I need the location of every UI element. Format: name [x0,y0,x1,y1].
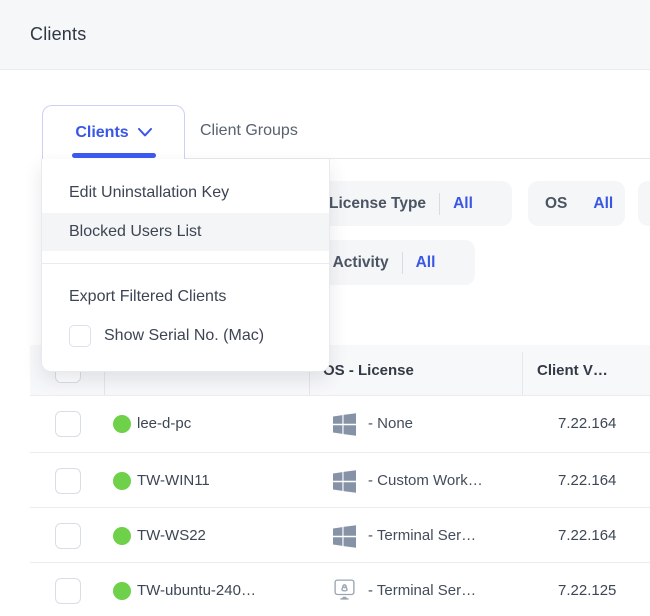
filter-pill-os[interactable]: OS All [528,181,625,226]
filter-label-license-type: License Type [329,195,426,213]
online-status-dot [113,415,131,433]
menu-item-show-serial[interactable]: Show Serial No. (Mac) [69,325,264,347]
client-version: 7.22.164 [558,415,616,432]
filter-value-license-type[interactable]: All [453,195,473,213]
filter-pill-license-type[interactable]: License Type All [312,181,512,226]
chevron-down-icon [138,128,152,137]
table-row[interactable]: lee-d-pc - None 7.22.164 [30,396,650,451]
filter-pill-cutoff[interactable] [638,181,650,226]
tab-clients-label: Clients [75,124,128,142]
page-header: Clients [0,0,650,70]
page-title: Clients [30,24,86,45]
license-text: - Custom Work… [368,472,483,489]
clients-page: Clients Clients Client Groups License Ty… [0,0,650,616]
column-client-version: Client V… [537,345,608,395]
clients-dropdown-menu: Edit Uninstallation Key Blocked Users Li… [41,159,330,372]
filter-value-last-activity[interactable]: All [416,254,436,272]
menu-item-blocked-users-list[interactable]: Blocked Users List [42,213,329,251]
show-serial-label: Show Serial No. (Mac) [104,327,264,345]
client-version: 7.22.164 [558,527,616,544]
show-serial-checkbox[interactable] [69,325,91,347]
menu-item-edit-uninstallation-key[interactable]: Edit Uninstallation Key [42,173,329,213]
online-status-dot [113,527,131,545]
filter-value-os[interactable]: All [593,195,613,213]
menu-item-export-filtered-clients[interactable]: Export Filtered Clients [42,279,329,315]
online-status-dot [113,472,131,490]
windows-icon [333,413,356,436]
table-row[interactable]: TW-WS22 - Terminal Ser… 7.22.164 [30,508,650,563]
windows-icon [333,470,356,493]
windows-icon [333,525,356,548]
table-row[interactable]: TW-WIN11 - Custom Work… 7.22.164 [30,453,650,508]
pill-divider [402,252,403,274]
license-text: - Terminal Ser… [368,527,476,544]
client-name: TW-WS22 [137,527,206,544]
license-text: - None [368,415,413,432]
table-row[interactable]: TW-ubuntu-240… - Terminal Ser… 7.22.125 [30,563,650,616]
license-text: - Terminal Ser… [368,582,476,599]
row-checkbox[interactable] [55,411,81,437]
tab-client-groups[interactable]: Client Groups [200,105,298,157]
tab-client-groups-label: Client Groups [200,122,298,140]
row-checkbox[interactable] [55,468,81,494]
online-status-dot [113,582,131,600]
client-name: lee-d-pc [137,415,191,432]
column-os-license: OS - License [323,345,414,395]
pill-divider [439,193,440,215]
row-checkbox[interactable] [55,523,81,549]
row-checkbox[interactable] [55,578,81,604]
client-version: 7.22.164 [558,472,616,489]
column-divider [522,352,523,395]
client-version: 7.22.125 [558,582,616,599]
active-tab-underline [72,153,156,158]
client-name: TW-WIN11 [137,472,210,489]
menu-divider [42,263,329,264]
tab-clients[interactable]: Clients [42,105,185,159]
linux-icon [333,578,356,601]
client-name: TW-ubuntu-240… [137,582,256,599]
filter-label-os: OS [545,195,567,213]
